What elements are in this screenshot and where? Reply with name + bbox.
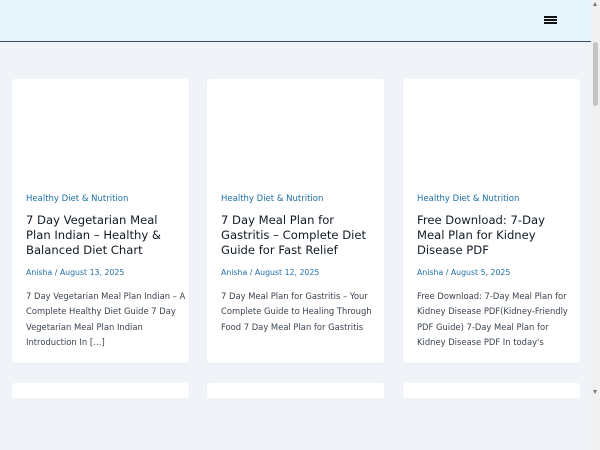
post-category-link[interactable]: Healthy Diet & Nutrition	[26, 194, 128, 204]
meta-separator: /	[52, 268, 60, 277]
post-meta: Anisha / August 13, 2025	[26, 268, 124, 277]
post-author-link[interactable]: Anisha	[26, 268, 52, 277]
post-category-link[interactable]: Healthy Diet & Nutrition	[221, 194, 323, 204]
page-scrollbar[interactable]	[591, 0, 600, 450]
menu-bar-middle	[544, 19, 557, 21]
post-card-partial[interactable]	[403, 383, 580, 398]
scrollbar-thumb[interactable]	[593, 42, 598, 106]
post-card-partial[interactable]	[12, 383, 189, 398]
menu-bar-top	[544, 16, 557, 18]
site-header	[0, 0, 591, 42]
post-title-link[interactable]: 7 Day Vegetarian Meal Plan Indian – Heal…	[26, 213, 184, 258]
post-author-link[interactable]: Anisha	[417, 268, 443, 277]
post-date[interactable]: August 5, 2025	[451, 268, 511, 277]
post-card[interactable]: Healthy Diet & Nutrition 7 Day Meal Plan…	[207, 79, 384, 363]
post-title-link[interactable]: Free Download: 7-Day Meal Plan for Kidne…	[417, 213, 575, 258]
post-card[interactable]: Healthy Diet & Nutrition 7 Day Vegetaria…	[12, 79, 189, 363]
post-excerpt: 7 Day Vegetarian Meal Plan Indian – A Co…	[26, 291, 186, 347]
post-author-link[interactable]: Anisha	[221, 268, 247, 277]
post-date[interactable]: August 12, 2025	[255, 268, 319, 277]
scroll-down-arrow-icon[interactable]	[593, 390, 597, 394]
post-meta: Anisha / August 12, 2025	[221, 268, 319, 277]
post-category-link[interactable]: Healthy Diet & Nutrition	[417, 194, 519, 204]
post-excerpt: Free Download: 7-Day Meal Plan for Kidne…	[417, 291, 568, 347]
post-card-partial[interactable]	[207, 383, 384, 398]
post-title-link[interactable]: 7 Day Meal Plan for Gastritis – Complete…	[221, 213, 379, 258]
post-meta: Anisha / August 5, 2025	[417, 268, 510, 277]
scroll-up-arrow-icon[interactable]	[593, 2, 597, 6]
post-excerpt: 7 Day Meal Plan for Gastritis – Your Com…	[221, 291, 372, 332]
post-grid: Healthy Diet & Nutrition 7 Day Vegetaria…	[0, 42, 591, 398]
meta-separator: /	[443, 268, 451, 277]
hamburger-menu-icon[interactable]	[543, 13, 559, 27]
menu-bar-bottom	[544, 22, 557, 24]
post-date[interactable]: August 13, 2025	[60, 268, 124, 277]
meta-separator: /	[247, 268, 255, 277]
post-card[interactable]: Healthy Diet & Nutrition Free Download: …	[403, 79, 580, 363]
